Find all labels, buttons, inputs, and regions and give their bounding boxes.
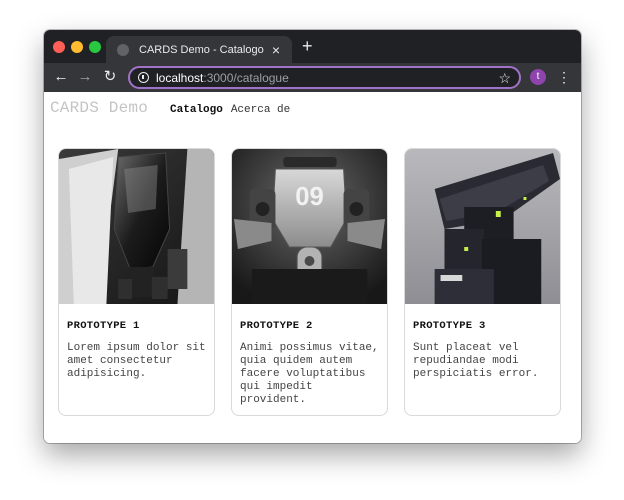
tab-title: CARDS Demo - Catalogo bbox=[139, 43, 264, 56]
card-image: 09 bbox=[232, 149, 387, 304]
window-close-button[interactable] bbox=[53, 41, 65, 53]
card-image-label: 09 bbox=[295, 183, 324, 211]
brand-logo[interactable]: CARDS Demo bbox=[50, 99, 148, 117]
card-prototype-1[interactable]: PROTOTYPE 1 Lorem ipsum dolor sit amet c… bbox=[58, 148, 215, 416]
card-text: Animi possimus vitae, quia quidem autem … bbox=[240, 342, 379, 406]
page-content: CARDS Demo Catalogo Acerca de PROTOTYPE … bbox=[44, 92, 581, 443]
card-text: Lorem ipsum dolor sit amet consectetur a… bbox=[67, 342, 206, 380]
url-path: :3000/catalogue bbox=[203, 70, 289, 85]
window-minimize-button[interactable] bbox=[71, 41, 83, 53]
site-nav: CARDS Demo Catalogo Acerca de bbox=[50, 99, 290, 119]
nav-link-catalogo[interactable]: Catalogo bbox=[170, 104, 223, 116]
card-title: PROTOTYPE 1 bbox=[67, 320, 140, 332]
browser-tab[interactable]: CARDS Demo - Catalogo × bbox=[106, 36, 292, 63]
tab-strip: CARDS Demo - Catalogo × + bbox=[44, 30, 581, 63]
nav-link-acerca-de[interactable]: Acerca de bbox=[231, 104, 290, 116]
forward-arrow-icon[interactable]: → bbox=[76, 68, 94, 86]
reload-icon[interactable]: ↻ bbox=[101, 68, 119, 86]
card-image bbox=[405, 149, 560, 304]
tab-close-icon[interactable]: × bbox=[266, 43, 286, 57]
card-text: Sunt placeat vel repudiandae modi perspi… bbox=[413, 342, 539, 380]
info-icon[interactable] bbox=[138, 72, 149, 83]
card-prototype-2[interactable]: 09 PROTOTYPE 2 Animi possimus vitae, qui… bbox=[231, 148, 388, 416]
card-title: PROTOTYPE 3 bbox=[413, 320, 486, 332]
url-text[interactable]: localhost:3000/catalogue bbox=[156, 71, 289, 85]
menu-kebab-icon[interactable]: ⋮ bbox=[557, 68, 571, 86]
card-image bbox=[59, 149, 214, 304]
back-arrow-icon[interactable]: ← bbox=[52, 68, 70, 86]
profile-avatar[interactable]: t bbox=[530, 69, 546, 85]
url-host: localhost bbox=[156, 70, 204, 85]
bookmark-star-icon[interactable]: ☆ bbox=[498, 70, 511, 86]
card-title: PROTOTYPE 2 bbox=[240, 320, 313, 332]
browser-window: CARDS Demo - Catalogo × + ← → ↻ localhos… bbox=[44, 30, 581, 443]
window-maximize-button[interactable] bbox=[89, 41, 101, 53]
new-tab-button[interactable]: + bbox=[302, 36, 313, 56]
browser-toolbar: ← → ↻ localhost:3000/catalogue ☆ t ⋮ bbox=[44, 63, 581, 92]
card-prototype-3[interactable]: PROTOTYPE 3 Sunt placeat vel repudiandae… bbox=[404, 148, 561, 416]
globe-icon bbox=[117, 43, 129, 56]
address-bar[interactable]: localhost:3000/catalogue ☆ bbox=[128, 66, 521, 89]
